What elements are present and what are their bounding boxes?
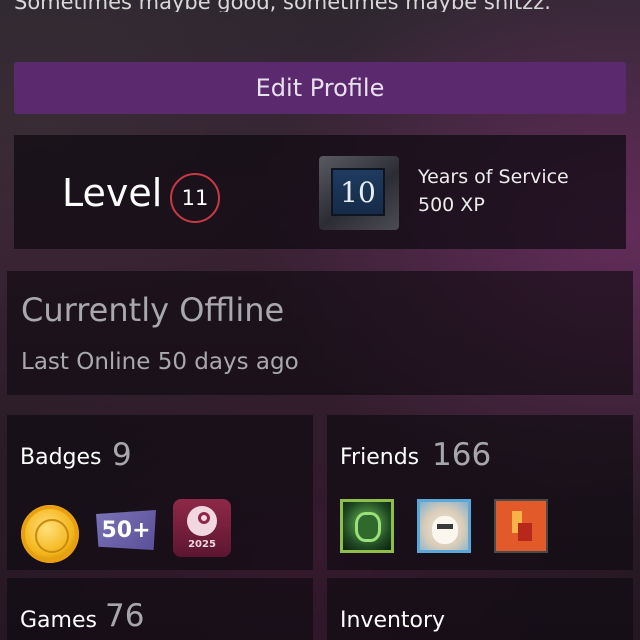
level-badge[interactable]: 11 xyxy=(170,173,220,223)
steam-2025-badge-icon[interactable]: 2025 xyxy=(173,499,231,557)
inventory-card[interactable]: Inventory xyxy=(327,578,633,640)
profile-bio: Sometimes maybe good, sometimes maybe sh… xyxy=(14,0,551,12)
friend-avatar-green-icon[interactable] xyxy=(340,499,394,553)
games-label: Games xyxy=(20,608,97,633)
edit-profile-button[interactable]: Edit Profile xyxy=(14,62,626,114)
featured-badge-xp: 500 XP xyxy=(418,194,485,216)
friend-avatar-pixel-icon[interactable] xyxy=(494,499,548,553)
featured-badge-title: Years of Service xyxy=(418,166,569,188)
badge-year: 2025 xyxy=(188,539,216,550)
level-label: Level xyxy=(62,171,163,215)
friends-card[interactable]: Friends 166 xyxy=(327,415,633,570)
badges-card[interactable]: Badges 9 50+ 2025 xyxy=(7,415,313,570)
level-panel: Level 11 10 Years of Service 500 XP xyxy=(14,135,626,249)
gold-coin-badge-icon[interactable] xyxy=(21,505,79,563)
badges-count: 9 xyxy=(112,437,132,473)
years-of-service-badge-icon[interactable]: 10 xyxy=(319,156,399,230)
games-card[interactable]: Games 76 xyxy=(7,578,313,640)
friend-avatar-llama-icon[interactable] xyxy=(417,499,471,553)
last-online-text: Last Online 50 days ago xyxy=(21,349,299,375)
friends-label: Friends xyxy=(340,445,420,470)
games-count: 76 xyxy=(105,598,145,634)
badges-label: Badges xyxy=(20,445,102,470)
fifty-plus-badge-icon[interactable]: 50+ xyxy=(96,510,156,550)
friends-count: 166 xyxy=(432,437,492,473)
inventory-label: Inventory xyxy=(340,608,446,633)
steam-logo-icon xyxy=(187,506,217,536)
status-text: Currently Offline xyxy=(21,291,285,329)
online-status-panel: Currently Offline Last Online 50 days ag… xyxy=(7,271,633,395)
years-of-service-number: 10 xyxy=(331,168,385,216)
